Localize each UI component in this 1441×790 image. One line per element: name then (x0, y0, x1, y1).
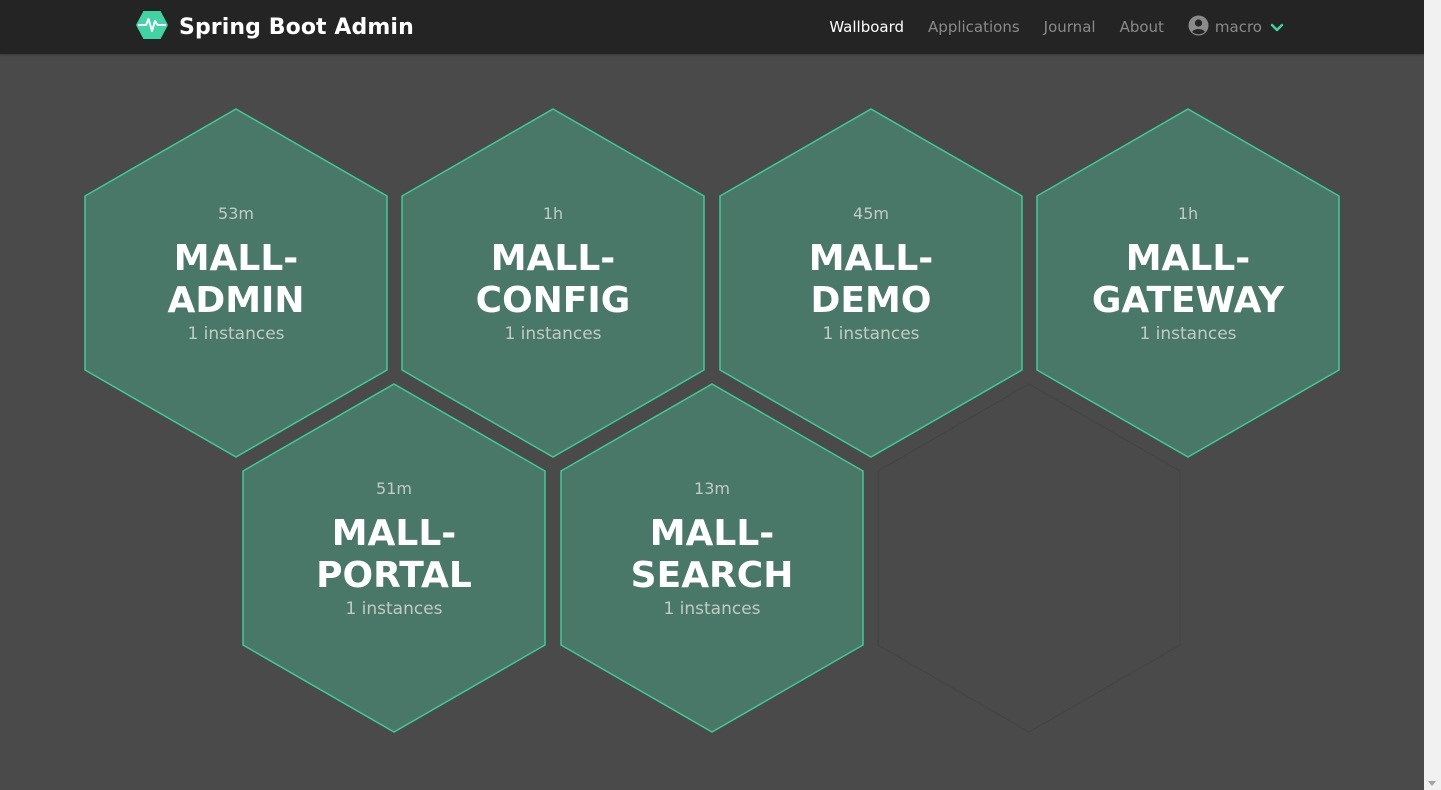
vertical-scrollbar[interactable] (1424, 0, 1441, 790)
scroll-down-arrow-icon[interactable] (1428, 781, 1436, 786)
wallboard-grid: 53m MALL- ADMIN 1 instances 1h MALL- CON… (0, 54, 1424, 790)
heartbeat-hexagon-icon (135, 10, 169, 44)
brand-home-link[interactable]: Spring Boot Admin (135, 11, 414, 43)
top-navbar: Spring Boot Admin Wallboard Applications… (0, 0, 1424, 54)
nav-menu: Wallboard Applications Journal About mac… (805, 0, 1284, 54)
nav-wallboard[interactable]: Wallboard (829, 18, 904, 36)
user-menu-dropdown[interactable]: macro (1188, 15, 1284, 40)
nav-applications[interactable]: Applications (928, 18, 1020, 36)
app-hexagon-mall-demo[interactable] (719, 108, 1023, 458)
app-hexagon-mall-portal[interactable] (242, 383, 546, 733)
chevron-down-icon (1270, 18, 1284, 37)
user-circle-icon (1188, 15, 1209, 40)
empty-hexagon-placeholder (877, 383, 1181, 733)
app-hexagon-mall-gateway[interactable] (1036, 108, 1340, 458)
app-hexagon-mall-admin[interactable] (84, 108, 388, 458)
app-hexagon-mall-config[interactable] (401, 108, 705, 458)
user-name: macro (1214, 18, 1262, 36)
nav-about[interactable]: About (1120, 18, 1164, 36)
brand-title: Spring Boot Admin (179, 14, 414, 40)
hexagon-layer (84, 108, 1340, 733)
nav-journal[interactable]: Journal (1044, 18, 1096, 36)
app-hexagon-mall-search[interactable] (560, 383, 864, 733)
